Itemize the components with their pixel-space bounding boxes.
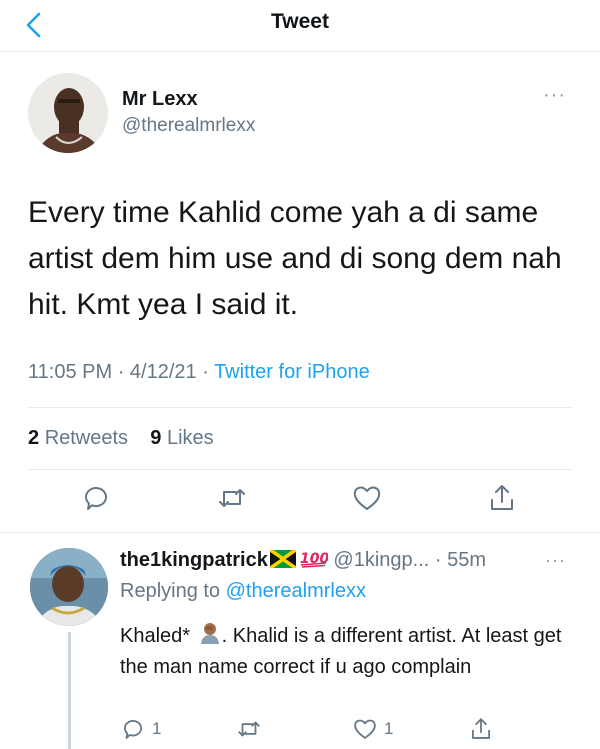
meta-separator: ·	[429, 549, 448, 571]
reply-author-avatar[interactable]	[30, 548, 108, 626]
reply-icon	[123, 720, 143, 739]
author-name[interactable]: Mr Lexx	[122, 88, 198, 111]
page-title: Tweet	[271, 10, 329, 33]
likes-count: 9	[150, 427, 162, 449]
replying-to: Replying to @therealmrlexx	[120, 580, 366, 603]
retweets-label: Retweets	[44, 427, 129, 449]
share-icon	[471, 718, 491, 739]
top-bar: Tweet	[0, 0, 600, 52]
retweet-icon[interactable]	[216, 482, 248, 514]
reply-share-button[interactable]	[468, 716, 494, 742]
divider	[28, 407, 572, 408]
reply-text-part1: Khaled*	[120, 625, 191, 647]
reply-header: the1kingpatrick 100 @1kingp... · 55m	[120, 548, 486, 574]
tweet-date: 4/12/21	[129, 361, 197, 383]
reply-author-handle[interactable]: @1kingp...	[333, 549, 429, 571]
facepalm-emoji-icon	[198, 620, 222, 653]
reply-retweet-button[interactable]	[236, 716, 262, 742]
meta-separator: ·	[117, 361, 130, 383]
reply-age: 55m	[447, 549, 486, 571]
retweets-stat[interactable]: 2 Retweets	[28, 427, 128, 449]
divider	[28, 469, 572, 470]
meta-separator: ·	[202, 361, 215, 383]
author-handle[interactable]: @therealmrlexx	[122, 115, 255, 137]
more-options-icon[interactable]: ···	[543, 84, 566, 107]
reply-author-name[interactable]: the1kingpatrick	[120, 549, 268, 571]
reply-actions: 1 1	[120, 716, 580, 746]
reply-reply-count: 1	[152, 719, 162, 738]
likes-label: Likes	[166, 427, 214, 449]
section-separator	[0, 532, 600, 533]
tweet-stats: 2 Retweets 9 Likes	[28, 427, 214, 450]
reply-more-options-icon[interactable]: ···	[545, 550, 566, 571]
share-icon[interactable]	[486, 482, 518, 514]
reply-like-count: 1	[384, 719, 394, 738]
like-icon[interactable]	[351, 482, 383, 514]
replying-prefix: Replying to	[120, 580, 221, 602]
jamaica-flag-icon	[268, 548, 297, 574]
author-avatar[interactable]	[28, 73, 108, 153]
tweet-meta: 11:05 PM · 4/12/21 · Twitter for iPhone	[28, 361, 370, 384]
tweet-time: 11:05 PM	[28, 361, 113, 383]
like-icon	[354, 719, 376, 739]
reply-text: Khaled* . Khalid is a different artist. …	[120, 620, 570, 682]
tweet-text: Every time Kahlid come yah a di same art…	[28, 196, 562, 321]
tweet-source-link[interactable]: Twitter for iPhone	[214, 361, 370, 383]
hundred-icon: 100	[300, 548, 329, 574]
reply-reply-button[interactable]: 1	[120, 716, 161, 742]
replying-handle-link[interactable]: @therealmrlexx	[226, 580, 366, 602]
retweet-icon	[238, 721, 260, 737]
likes-stat[interactable]: 9 Likes	[150, 427, 213, 449]
thread-line	[68, 632, 71, 749]
tweet-actions	[0, 482, 600, 522]
reply-like-button[interactable]: 1	[352, 716, 393, 742]
reply-icon[interactable]	[80, 482, 112, 514]
retweets-count: 2	[28, 427, 40, 449]
